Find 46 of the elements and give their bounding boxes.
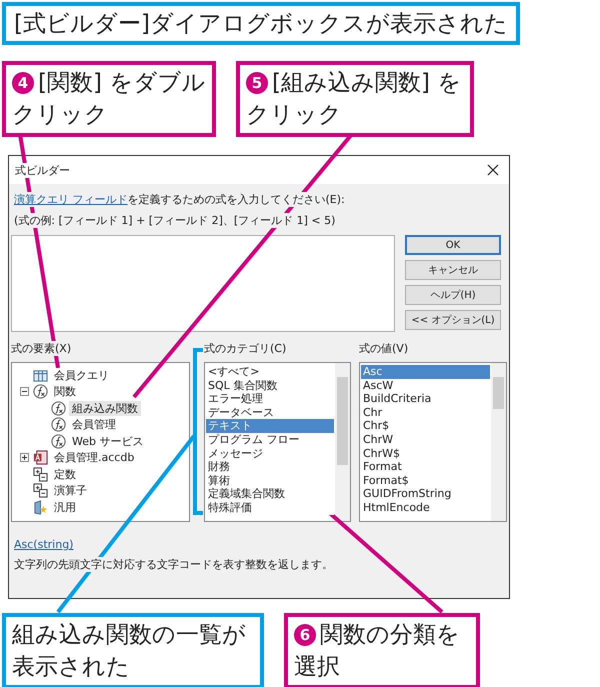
window-title: 式ビルダー <box>15 162 70 178</box>
expander-icon[interactable] <box>20 387 29 396</box>
database-icon <box>33 450 48 466</box>
dialog-button[interactable]: << オプション(L) <box>405 310 501 330</box>
list-label: 式の要素(X) <box>11 341 72 356</box>
expander-icon[interactable] <box>20 453 29 462</box>
callout-text: 選択 <box>294 653 340 682</box>
tree-item[interactable]: 会員管理 <box>69 417 119 432</box>
callout-text: 関数の分類を <box>320 621 460 650</box>
callout-text: クリック <box>12 101 108 130</box>
function-icon <box>33 384 48 400</box>
caption-banner: [式ビルダー]ダイアログボックスが表示された <box>2 2 520 45</box>
step-number-badge: 4 <box>12 72 34 94</box>
list-label: 式の値(V) <box>359 341 408 356</box>
list-item[interactable]: Asc <box>361 365 490 379</box>
callout-text: 組み込み関数の一覧が <box>12 621 246 650</box>
instruction-text: 演算クエリ フィールド を定義するための式を入力してください(E): <box>14 192 345 207</box>
step-number-badge: 6 <box>294 624 316 646</box>
plus-minus-icon <box>33 483 48 498</box>
step-number-badge: 5 <box>246 72 268 94</box>
function-icon <box>51 417 66 432</box>
tree-item[interactable]: 関数 <box>51 384 79 400</box>
field-link[interactable]: 演算クエリ フィールド <box>14 193 128 206</box>
book-star-icon <box>33 500 48 515</box>
list-item[interactable]: データベース <box>206 406 334 420</box>
function-icon <box>51 434 66 449</box>
close-icon[interactable] <box>487 164 499 176</box>
callout-text: [組み込み関数] を <box>272 69 462 98</box>
tree-item[interactable]: 組み込み関数 <box>69 400 141 416</box>
dialog-button[interactable]: ヘルプ(H) <box>405 285 501 305</box>
list-item[interactable]: テキスト <box>206 419 334 433</box>
list-item[interactable]: AscW <box>361 378 490 392</box>
dialog-button[interactable]: OK <box>405 235 501 255</box>
callout-text: クリック <box>246 101 342 130</box>
callout-text: [関数] をダブル <box>38 69 206 98</box>
syntax-link[interactable]: Asc(string) <box>14 538 74 551</box>
scrollbar[interactable] <box>491 363 506 521</box>
expression-field[interactable] <box>11 235 395 332</box>
plus-minus-icon <box>33 466 48 482</box>
list-label: 式のカテゴリ(C) <box>204 341 286 356</box>
dialog-button[interactable]: キャンセル <box>405 260 501 280</box>
tree-item[interactable]: 定数 <box>51 466 79 482</box>
example-text: (式の例: [フィールド 1] + [フィールド 2]、[フィールド 1] < 5) <box>14 213 336 228</box>
query-icon <box>33 368 48 383</box>
function-icon <box>51 400 66 416</box>
callout-text: 表示された <box>12 653 130 682</box>
